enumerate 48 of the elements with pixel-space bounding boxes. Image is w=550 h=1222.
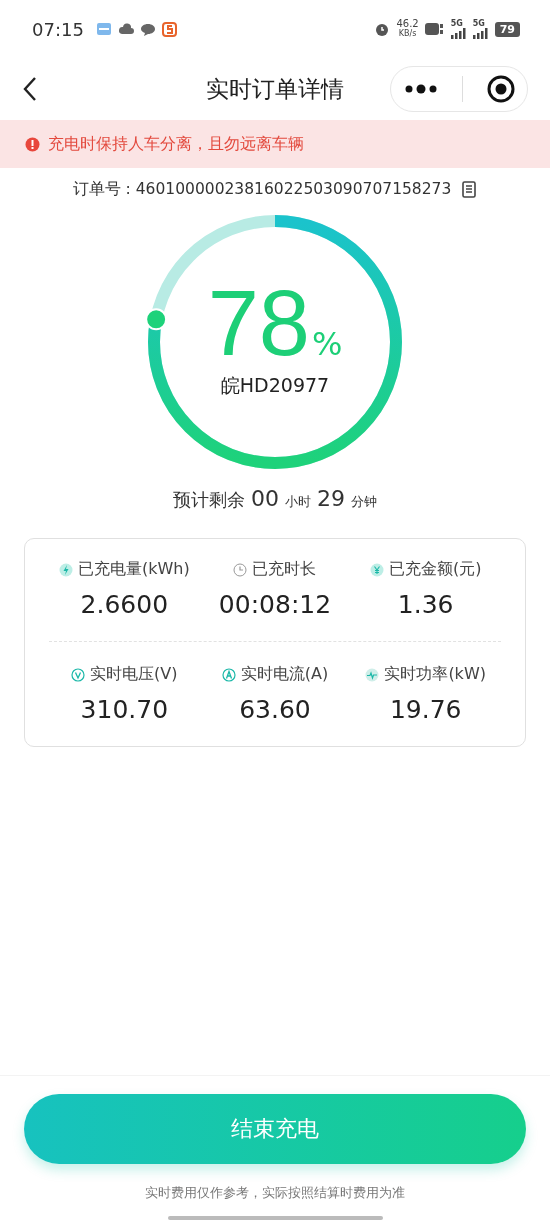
warning-icon <box>25 136 40 152</box>
metric-label: 实时电流(A) <box>240 664 329 685</box>
metric-label: 已充电量(kWh) <box>77 559 190 580</box>
remaining-label: 预计剩余 <box>173 488 245 512</box>
page-title: 实时订单详情 <box>206 74 344 104</box>
percent-sign: % <box>311 325 343 363</box>
network-speed: 46.2 <box>396 19 419 29</box>
order-number: 订单号 : 46010000023816022503090707158273 <box>72 178 452 200</box>
remaining-hours: 00 <box>251 486 279 511</box>
charge-percent: 78 <box>207 277 310 369</box>
metric-value: 19.76 <box>389 695 462 724</box>
metric-label: 实时电压(V) <box>90 664 178 685</box>
metric-label: 已充时长 <box>252 559 317 580</box>
metric-value: 2.6600 <box>80 590 169 619</box>
status-time: 07:15 <box>32 18 84 40</box>
close-target-icon[interactable] <box>487 75 516 103</box>
metric-label: 已充金额(元) <box>388 559 482 580</box>
clock-icon <box>233 562 248 577</box>
metric-value: 310.70 <box>80 695 169 724</box>
remaining-minutes: 29 <box>317 486 345 511</box>
cloud-icon <box>117 22 134 36</box>
license-plate: 皖HD20977 <box>220 373 330 398</box>
voltage-icon <box>71 667 86 682</box>
metric-value: 1.36 <box>397 590 454 619</box>
signal-icon <box>472 28 489 39</box>
app-notification-icon <box>161 21 177 37</box>
lightning-icon <box>58 562 73 577</box>
minutes-unit: 分钟 <box>351 493 377 511</box>
warning-text: 充电时保持人车分离，且勿远离车辆 <box>48 133 304 155</box>
network-type: 5G <box>472 19 485 28</box>
battery-indicator: 79 <box>494 21 520 37</box>
app-notification-icon <box>95 21 112 37</box>
current-icon <box>221 667 236 682</box>
copy-icon[interactable] <box>461 180 478 198</box>
metric-value: 63.60 <box>239 695 311 724</box>
fee-note: 实时费用仅作参考，实际按照结算时费用为准 <box>145 1184 405 1202</box>
metric-value: 00:08:12 <box>218 590 332 619</box>
end-charging-button[interactable]: 结束充电 <box>24 1094 526 1164</box>
network-type: 5G <box>450 19 463 28</box>
network-speed-unit: KB/s <box>398 29 417 39</box>
metric-label: 实时功率(kW) <box>384 664 486 685</box>
pulse-icon <box>365 667 380 682</box>
alarm-icon <box>374 21 391 37</box>
chat-icon <box>139 21 156 37</box>
back-icon[interactable] <box>22 76 38 102</box>
yen-icon <box>369 562 384 577</box>
hours-unit: 小时 <box>285 493 311 511</box>
signal-icon <box>450 28 467 39</box>
